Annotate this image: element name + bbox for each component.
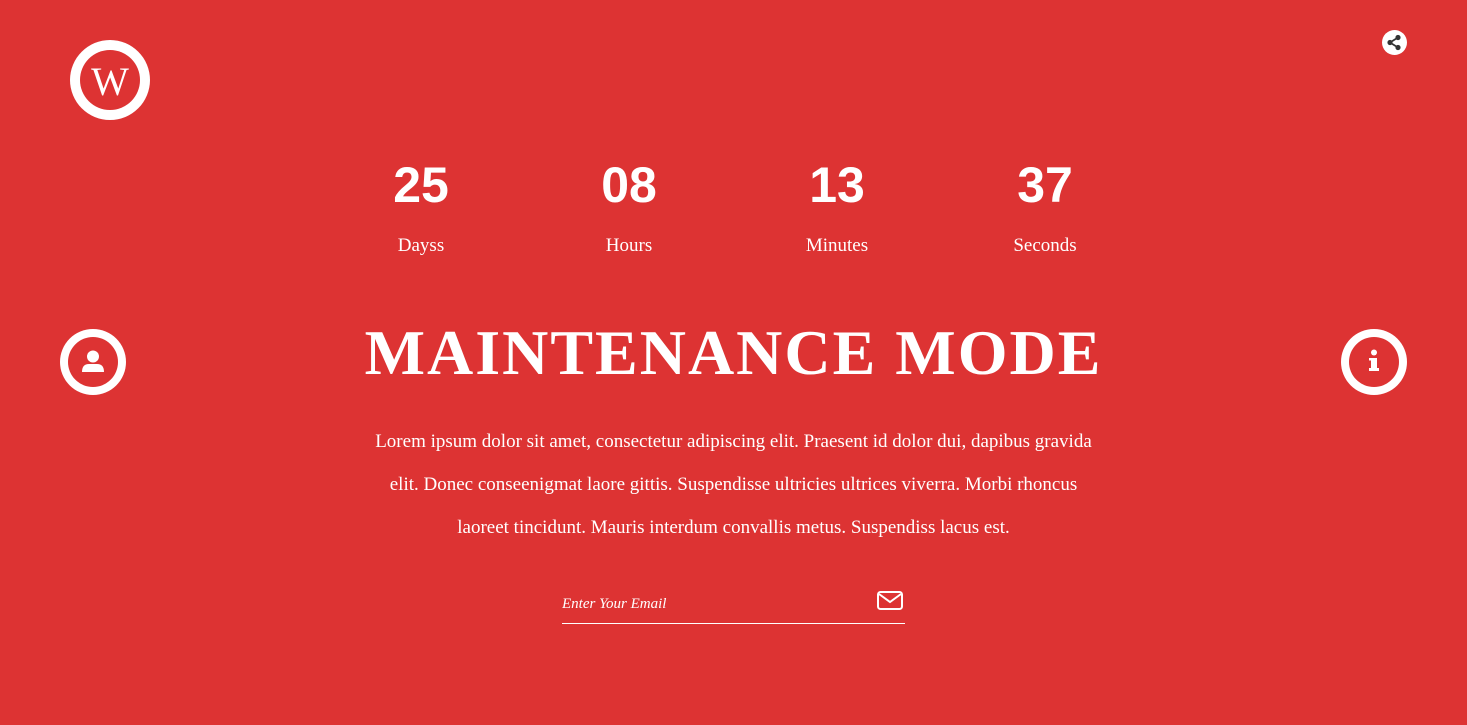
seconds-value: 37 [1017,157,1073,213]
minutes-label: Minutes [805,235,869,256]
description-line: laoreet tincidunt. Mauris interdum conva… [457,517,1010,538]
description-line: elit. Donec conseenigmat laore gittis. S… [389,474,1078,495]
description: Lorem ipsum dolor sit amet, consectetur … [320,420,1147,549]
days-label: Dayss [397,235,445,256]
countdown-days: 25 Dayss [317,155,525,265]
minutes-value: 13 [809,157,865,213]
hours-value: 08 [601,157,657,213]
countdown-minutes: 13 Minutes [733,155,941,265]
description-line: Lorem ipsum dolor sit amet, consectetur … [375,431,1092,452]
seconds-label: Seconds [1013,235,1077,256]
envelope-icon[interactable] [876,588,904,614]
days-value: 25 [393,157,449,213]
email-input[interactable] [562,588,862,620]
countdown: 25 Dayss 08 Hours 13 Minutes 37 Seconds [317,155,1149,265]
countdown-hours: 08 Hours [525,155,733,265]
page-title: MAINTENANCE MODE [364,317,1103,388]
share-icon[interactable] [1382,30,1407,55]
hours-label: Hours [605,235,653,256]
countdown-seconds: 37 Seconds [941,155,1149,265]
subscribe-form [562,588,905,624]
wordpress-logo-icon[interactable]: W [70,40,150,120]
logo-letter: W [91,59,129,104]
